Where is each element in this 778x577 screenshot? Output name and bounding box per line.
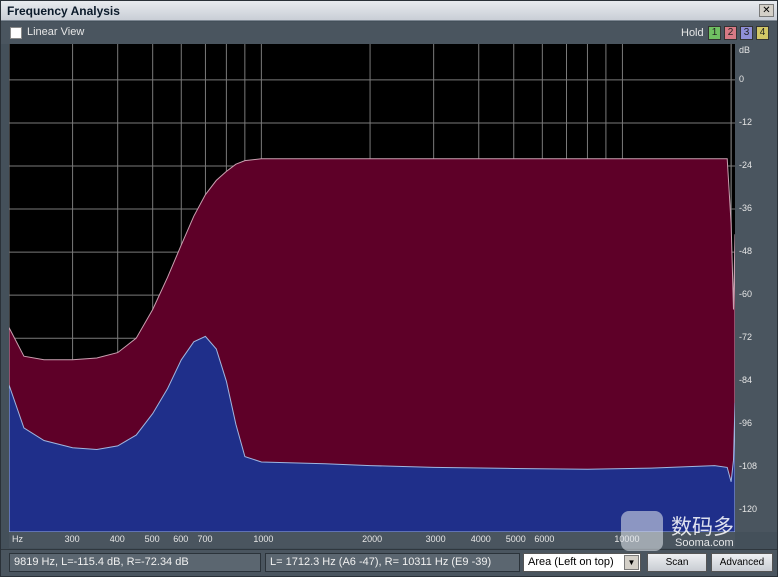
view-mode-select[interactable]: Area (Left on top) ▼ <box>523 553 641 572</box>
x-tick-label: 300 <box>64 534 80 544</box>
window-title: Frequency Analysis <box>7 4 120 18</box>
x-tick-label: 3000 <box>425 534 446 544</box>
x-axis-unit: Hz <box>12 534 23 544</box>
x-tick-label: 400 <box>109 534 125 544</box>
status-bar: 9819 Hz, L=-115.4 dB, R=-72.34 dB L= 171… <box>1 549 777 576</box>
y-tick-label: 0 <box>739 73 745 84</box>
x-tick-label: 2000 <box>362 534 383 544</box>
x-tick-label: 600 <box>173 534 189 544</box>
y-axis-unit: dB <box>739 45 751 55</box>
spectrum-plot-area[interactable] <box>9 44 735 532</box>
x-tick-label: 1000 <box>253 534 274 544</box>
y-tick-label: -72 <box>739 332 753 343</box>
y-tick-label: -36 <box>739 203 753 214</box>
watermark-logo-icon <box>621 511 663 551</box>
y-tick-label: -48 <box>739 246 753 257</box>
hold-button-4[interactable]: 4 <box>756 26 769 40</box>
y-tick-label: -84 <box>739 375 753 386</box>
peak-readout: L= 1712.3 Hz (A6 -47), R= 10311 Hz (E9 -… <box>265 553 520 572</box>
toolbar: Linear View Hold 1 2 3 4 <box>1 22 777 44</box>
linear-view-checkbox[interactable] <box>10 27 22 39</box>
watermark-subtext: Sooma.com <box>675 537 734 549</box>
scan-button[interactable]: Scan <box>647 553 707 572</box>
x-tick-label: 4000 <box>470 534 491 544</box>
y-tick-label: -96 <box>739 418 753 429</box>
hold-button-3[interactable]: 3 <box>740 26 753 40</box>
linear-view-label: Linear View <box>27 26 85 38</box>
cursor-readout: 9819 Hz, L=-115.4 dB, R=-72.34 dB <box>9 553 261 572</box>
spectrum-chart[interactable] <box>9 44 735 532</box>
advanced-button[interactable]: Advanced <box>711 553 773 572</box>
y-tick-label: -12 <box>739 116 753 127</box>
title-bar: Frequency Analysis ✕ <box>1 1 777 21</box>
chevron-down-icon[interactable]: ▼ <box>624 555 639 570</box>
close-button[interactable]: ✕ <box>759 4 774 17</box>
x-tick-label: 500 <box>144 534 160 544</box>
frequency-analysis-window: Frequency Analysis ✕ Linear View Hold 1 … <box>0 0 778 577</box>
y-tick-label: -108 <box>739 461 758 472</box>
x-tick-label: 5000 <box>505 534 526 544</box>
x-tick-label: 6000 <box>534 534 555 544</box>
watermark: 数码多 Sooma.com <box>617 509 777 553</box>
x-tick-label: 700 <box>197 534 213 544</box>
view-mode-value: Area (Left on top) <box>528 556 614 568</box>
hold-button-1[interactable]: 1 <box>708 26 721 40</box>
hold-button-2[interactable]: 2 <box>724 26 737 40</box>
hold-label: Hold <box>681 27 704 39</box>
y-tick-label: -60 <box>739 289 753 300</box>
y-tick-label: -24 <box>739 160 753 170</box>
